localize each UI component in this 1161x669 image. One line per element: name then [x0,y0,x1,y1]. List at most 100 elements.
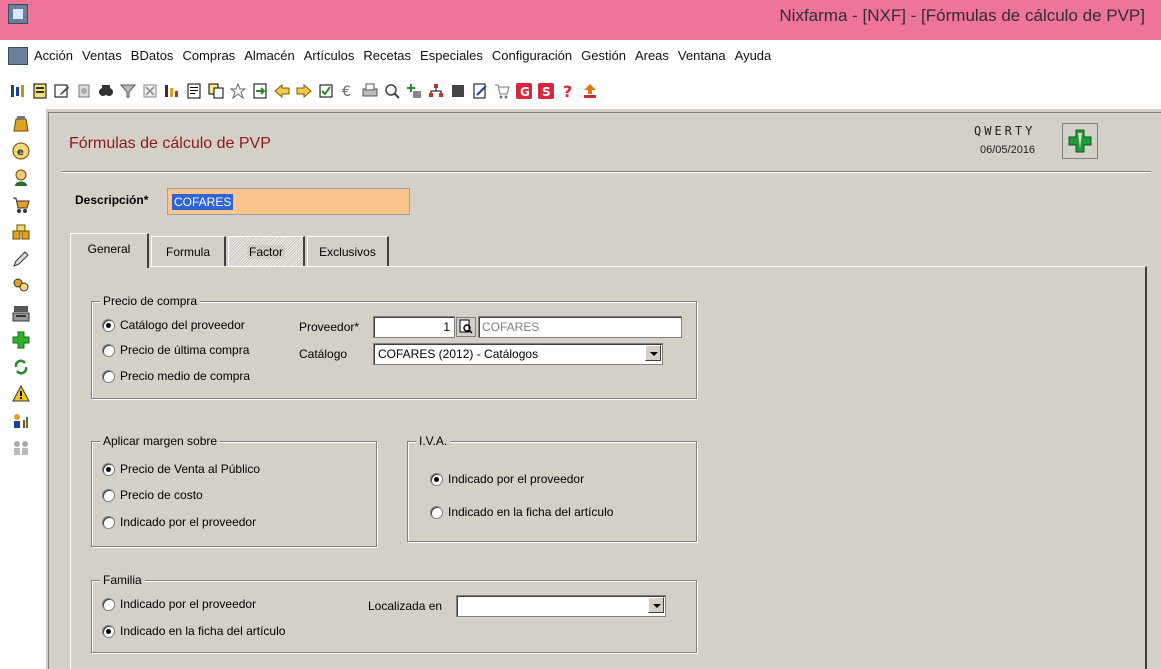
copy-icon[interactable] [208,83,224,99]
svg-text:€: € [342,84,351,99]
tab-formula[interactable]: Formula [151,236,226,266]
chevron-down-icon[interactable] [648,597,664,613]
proveedor-code-input[interactable]: 1 [373,316,455,338]
tab-general[interactable]: General [70,233,149,268]
cash-register-icon[interactable] [12,304,30,322]
menu-almacen[interactable]: Almacén [244,48,295,63]
lookup-icon[interactable] [456,317,476,337]
menu-ayuda[interactable]: Ayuda [735,48,772,63]
menu-accion[interactable]: Acción [34,48,73,63]
import-icon[interactable] [252,83,268,99]
radio-iva-ficha[interactable]: Indicado en la ficha del artículo [430,505,670,521]
zoom-icon[interactable] [384,83,400,99]
svg-text:e: e [17,147,24,158]
app-icon[interactable] [8,4,28,24]
menu-compras[interactable]: Compras [182,48,235,63]
localizada-select[interactable] [456,595,666,617]
bars-icon[interactable] [164,83,180,99]
user-name: QWERTY [974,124,1036,138]
chevron-down-icon[interactable] [645,345,661,361]
tab-factor[interactable]: Factor [228,236,305,266]
pharmacy-logo [1062,123,1098,159]
menu-especiales[interactable]: Especiales [420,48,483,63]
menu-ventana[interactable]: Ventana [678,48,726,63]
delete-record-icon[interactable] [76,83,92,99]
document-edit-icon[interactable] [472,83,488,99]
menu-articulos[interactable]: Artículos [304,48,355,63]
iva-group: I.V.A. Indicado por el proveedor Indicad… [407,434,697,542]
euro-icon[interactable]: € [340,83,356,99]
refresh-icon[interactable] [12,358,30,376]
arrow-right-icon[interactable] [296,83,312,99]
radio-label: Indicado por el proveedor [120,597,257,611]
menu-ventas[interactable]: Ventas [82,48,122,63]
help-icon[interactable]: ? [560,83,576,99]
aplicar-margen-title: Aplicar margen sobre [100,434,221,448]
pencil-icon[interactable] [12,250,30,268]
pharmacy-counter-icon[interactable] [12,115,30,133]
radio-label: Precio de última compra [120,343,250,357]
radio-label: Indicado por el proveedor [448,472,585,486]
filter-icon[interactable] [120,83,136,99]
radio-precio-costo[interactable]: Precio de costo [102,488,342,504]
aplicar-margen-group: Aplicar margen sobre Precio de Venta al … [91,434,377,547]
descripcion-input[interactable]: COFARES [167,188,410,215]
new-record-icon[interactable] [32,83,48,99]
user-icon[interactable] [12,169,30,187]
radio-label: Precio de costo [120,488,203,502]
users-icon[interactable] [12,277,30,295]
add-icon[interactable] [406,83,422,99]
menu-areas[interactable]: Areas [635,48,669,63]
upload-icon[interactable] [582,83,598,99]
catalogo-select[interactable]: COFARES (2012) - Catálogos [373,343,663,365]
radio-ultima-compra[interactable]: Precio de última compra [102,343,302,359]
report-icon[interactable] [186,83,202,99]
e-service-icon[interactable]: e [12,142,30,160]
radio-precio-medio[interactable]: Precio medio de compra [102,369,302,385]
familia-group: Familia Indicado por el proveedor Indica… [91,573,697,653]
document-icon[interactable] [8,47,28,65]
save-icon[interactable] [318,83,334,99]
boxes-icon[interactable] [12,223,30,241]
radio-dot [102,516,115,529]
radio-pvp[interactable]: Precio de Venta al Público [102,462,342,478]
radio-margen-proveedor[interactable]: Indicado por el proveedor [102,515,342,531]
g-icon[interactable]: G [516,83,532,99]
exit-icon[interactable] [10,83,26,99]
print-icon[interactable] [362,83,378,99]
familia-title: Familia [100,573,145,587]
radio-dot [102,625,115,638]
pharmacy-cross-logo-icon [1068,129,1092,153]
radio-label: Indicado en la ficha del artículo [448,505,614,519]
iva-title: I.V.A. [416,434,451,448]
menu-configuracion[interactable]: Configuración [492,48,572,63]
radio-catalogo-proveedor[interactable]: Catálogo del proveedor [102,318,302,334]
star-icon[interactable] [230,83,246,99]
radio-iva-proveedor[interactable]: Indicado por el proveedor [430,472,670,488]
warning-icon[interactable] [12,385,30,403]
radio-label: Precio de Venta al Público [120,462,261,476]
edit-record-icon[interactable] [54,83,70,99]
radio-dot [102,370,115,383]
search-icon[interactable] [98,83,114,99]
shopping-cart-icon[interactable] [12,196,30,214]
radio-dot [102,598,115,611]
formulas-window: Fórmulas de cálculo de PVP QWERTY 06/05/… [48,112,1161,669]
header-divider [61,171,1151,172]
s-icon[interactable]: S [538,83,554,99]
menu-gestion[interactable]: Gestión [581,48,626,63]
menu-bdatos[interactable]: BDatos [131,48,174,63]
tree-icon[interactable] [428,83,444,99]
group-icon[interactable] [12,439,30,457]
menu-recetas[interactable]: Recetas [363,48,411,63]
stop-icon[interactable] [450,83,466,99]
tab-exclusivos[interactable]: Exclusivos [307,236,389,266]
pharmacy-cross-icon[interactable] [12,331,30,349]
radio-label: Precio medio de compra [120,369,251,383]
arrow-left-icon[interactable] [274,83,290,99]
cart-icon[interactable] [494,83,510,99]
person-chart-icon[interactable] [12,412,30,430]
radio-familia-ficha[interactable]: Indicado en la ficha del artículo [102,624,322,640]
cancel-icon[interactable] [142,83,158,99]
radio-familia-proveedor[interactable]: Indicado por el proveedor [102,597,322,613]
